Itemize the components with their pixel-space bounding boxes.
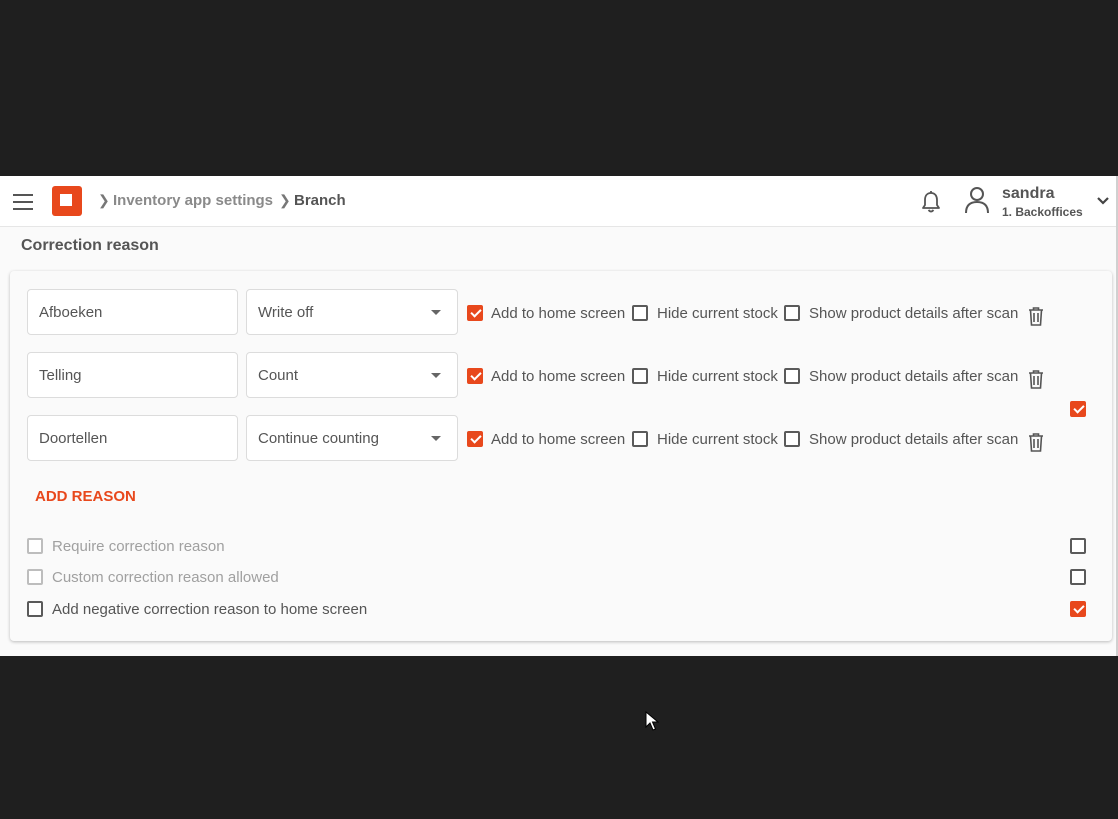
require-reason-label: Require correction reason bbox=[52, 538, 225, 555]
caret-down-icon bbox=[431, 310, 441, 315]
add-to-home-label: Add to home screen bbox=[491, 305, 626, 322]
hide-stock-checkbox[interactable] bbox=[632, 431, 648, 447]
hide-stock-checkbox[interactable] bbox=[632, 368, 648, 384]
breadcrumb-inventory-app-settings[interactable]: Inventory app settings bbox=[113, 192, 273, 209]
user-name[interactable]: sandra bbox=[1002, 185, 1054, 203]
reason-name-input[interactable]: Afboeken bbox=[27, 289, 238, 335]
negative-reason-home-label: Add negative correction reason to home s… bbox=[52, 601, 368, 618]
mouse-cursor-icon bbox=[645, 711, 659, 731]
top-bar: ❯ Inventory app settings ❯ Branch sandra… bbox=[0, 176, 1116, 227]
show-details-checkbox[interactable] bbox=[784, 368, 800, 384]
reason-type-value: Count bbox=[258, 367, 299, 384]
show-details-checkbox[interactable] bbox=[784, 305, 800, 321]
add-to-home-checkbox[interactable] bbox=[467, 305, 483, 321]
show-details-label: Show product details after scan bbox=[809, 305, 1019, 322]
show-details-checkbox[interactable] bbox=[784, 431, 800, 447]
bell-icon[interactable] bbox=[920, 190, 942, 214]
caret-down-icon bbox=[431, 436, 441, 441]
hide-stock-checkbox[interactable] bbox=[632, 305, 648, 321]
trash-icon[interactable] bbox=[1028, 370, 1044, 389]
reason-type-select[interactable]: Write off bbox=[246, 289, 458, 335]
custom-reason-override-checkbox[interactable] bbox=[1070, 569, 1086, 585]
add-to-home-label: Add to home screen bbox=[491, 431, 626, 448]
hide-stock-label: Hide current stock bbox=[657, 368, 778, 385]
caret-down-icon bbox=[431, 373, 441, 378]
app-logo[interactable] bbox=[52, 186, 82, 216]
correction-reason-card: Afboeken Write off Add to home screen Hi… bbox=[10, 271, 1112, 641]
reason-row: Telling Count Add to home screen Hide cu… bbox=[26, 352, 1116, 402]
negative-reason-home-checkbox[interactable] bbox=[27, 601, 43, 617]
show-details-label: Show product details after scan bbox=[809, 368, 1019, 385]
reason-name-input[interactable]: Doortellen bbox=[27, 415, 238, 461]
add-to-home-checkbox[interactable] bbox=[467, 431, 483, 447]
reason-row: Doortellen Continue counting Add to home… bbox=[26, 415, 1116, 465]
reason-type-value: Continue counting bbox=[258, 430, 379, 447]
trash-icon[interactable] bbox=[1028, 307, 1044, 326]
user-organisation: 1. Backoffices bbox=[1002, 205, 1083, 219]
require-reason-override-checkbox[interactable] bbox=[1070, 538, 1086, 554]
reason-type-select[interactable]: Continue counting bbox=[246, 415, 458, 461]
chevron-right-icon: ❯ bbox=[279, 192, 291, 208]
reasons-override-checkbox[interactable] bbox=[1070, 401, 1086, 417]
require-reason-checkbox[interactable] bbox=[27, 538, 43, 554]
custom-reason-label: Custom correction reason allowed bbox=[52, 569, 279, 586]
add-to-home-label: Add to home screen bbox=[491, 368, 626, 385]
negative-reason-override-checkbox[interactable] bbox=[1070, 601, 1086, 617]
add-reason-button[interactable]: ADD REASON bbox=[35, 488, 136, 505]
reason-row: Afboeken Write off Add to home screen Hi… bbox=[26, 289, 1116, 339]
app-window: ❯ Inventory app settings ❯ Branch sandra… bbox=[0, 176, 1118, 656]
reason-name-input[interactable]: Telling bbox=[27, 352, 238, 398]
trash-icon[interactable] bbox=[1028, 433, 1044, 452]
hide-stock-label: Hide current stock bbox=[657, 305, 778, 322]
reason-type-select[interactable]: Count bbox=[246, 352, 458, 398]
hide-stock-label: Hide current stock bbox=[657, 431, 778, 448]
custom-reason-checkbox[interactable] bbox=[27, 569, 43, 585]
reason-type-value: Write off bbox=[258, 304, 314, 321]
add-to-home-checkbox[interactable] bbox=[467, 368, 483, 384]
user-avatar-icon[interactable] bbox=[964, 186, 990, 214]
chevron-down-icon[interactable] bbox=[1096, 194, 1110, 208]
chevron-right-icon: ❯ bbox=[98, 192, 110, 208]
show-details-label: Show product details after scan bbox=[809, 431, 1019, 448]
breadcrumb-branch: Branch bbox=[294, 192, 346, 209]
hamburger-menu-icon[interactable] bbox=[13, 194, 33, 210]
section-title: Correction reason bbox=[21, 237, 159, 254]
